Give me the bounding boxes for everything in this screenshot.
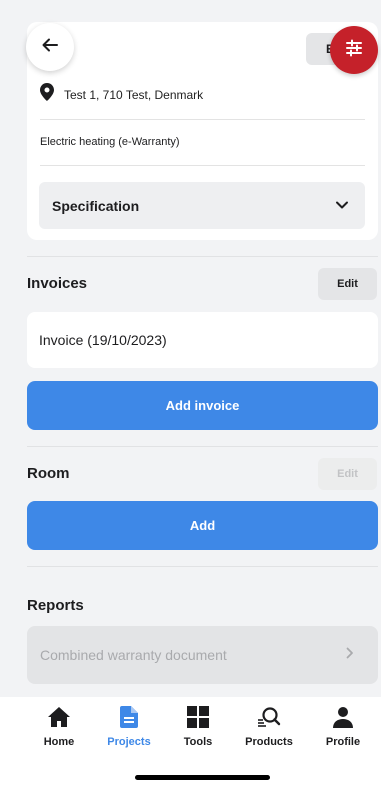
room-edit-button[interactable]: Edit [318, 458, 377, 490]
search-icon [256, 704, 282, 730]
nav-label: Projects [107, 736, 151, 748]
nav-label: Products [245, 736, 293, 748]
invoice-list-item[interactable]: Invoice (19/10/2023) [27, 312, 378, 368]
invoices-title: Invoices [27, 275, 88, 292]
report-label: Combined warranty document [40, 647, 227, 663]
chevron-right-icon [346, 646, 354, 664]
nav-label: Home [43, 736, 75, 748]
nav-home[interactable]: Home [24, 704, 94, 748]
nav-label: Tools [183, 736, 213, 748]
nav-profile[interactable]: Profile [308, 704, 378, 748]
report-list-item[interactable]: Combined warranty document [27, 626, 378, 684]
chevron-down-icon [335, 197, 349, 215]
product-name: Electric heating (e-Warranty) [40, 136, 180, 148]
location-pin-icon [40, 83, 54, 106]
section-divider [27, 566, 378, 567]
address-row: Test 1, 710 Test, Denmark [40, 83, 203, 106]
home-indicator[interactable] [135, 775, 270, 780]
back-button[interactable] [26, 23, 74, 71]
add-room-button[interactable]: Add [27, 501, 378, 550]
divider [40, 119, 365, 120]
filter-icon [344, 38, 364, 63]
specification-dropdown[interactable]: Specification [39, 182, 365, 229]
section-divider [27, 446, 378, 447]
nav-tools[interactable]: Tools [163, 704, 233, 748]
person-icon [330, 704, 356, 730]
specification-label: Specification [52, 197, 140, 214]
filter-button[interactable] [330, 26, 378, 74]
address-text: Test 1, 710 Test, Denmark [64, 87, 204, 102]
home-icon [46, 704, 72, 730]
section-divider [27, 256, 378, 257]
nav-projects[interactable]: Projects [94, 704, 164, 748]
reports-title: Reports [27, 597, 84, 614]
back-arrow-icon [41, 36, 59, 59]
nav-label: Profile [325, 736, 361, 748]
document-icon [116, 704, 142, 730]
invoices-edit-button[interactable]: Edit [318, 268, 377, 300]
add-invoice-button[interactable]: Add invoice [27, 381, 378, 430]
bottom-navigation: Home Projects Tools Products Profile [0, 697, 381, 785]
nav-products[interactable]: Products [234, 704, 304, 748]
grid-icon [185, 704, 211, 730]
divider [40, 165, 365, 166]
room-title: Room [27, 465, 70, 482]
